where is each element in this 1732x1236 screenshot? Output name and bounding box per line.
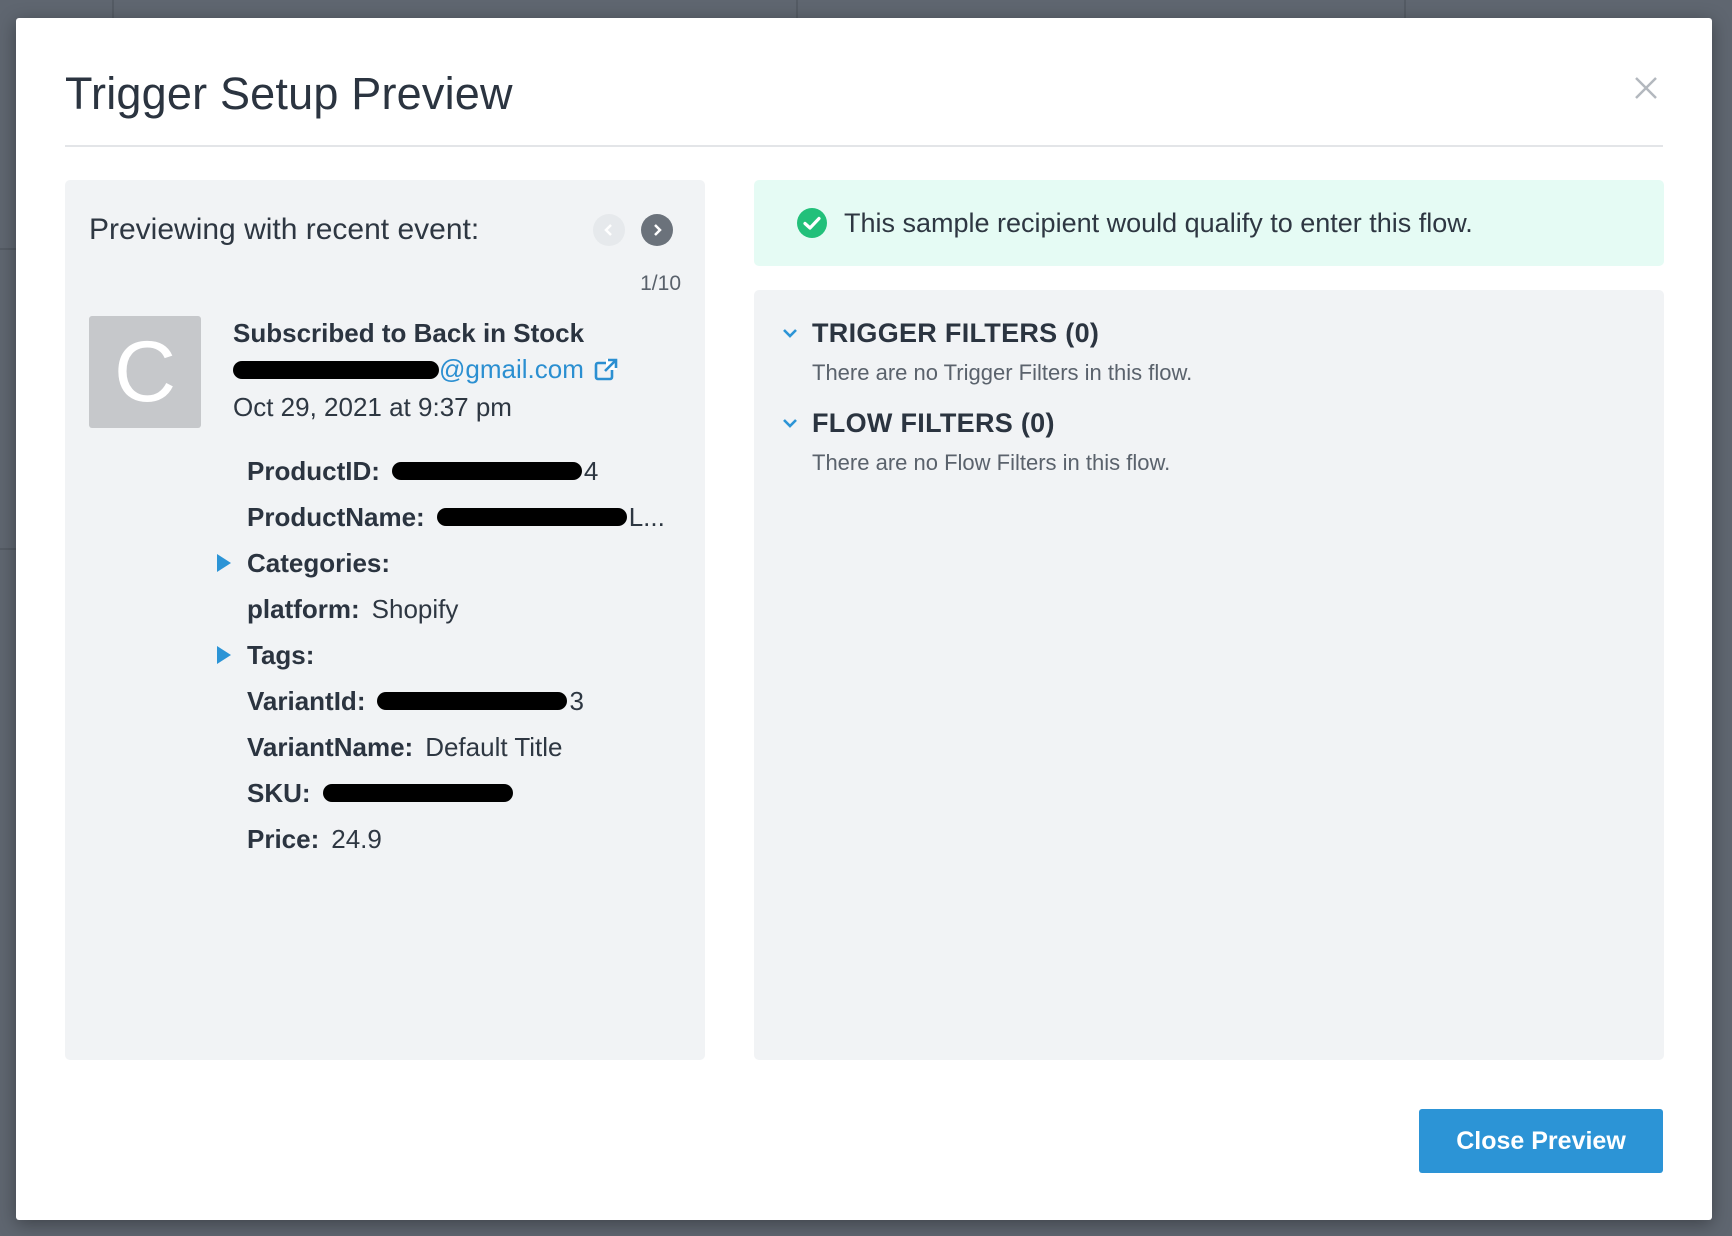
property-row: ProductID: 4	[215, 448, 695, 494]
redacted-value	[377, 692, 568, 710]
property-value: Default Title	[425, 731, 563, 762]
header-divider	[65, 145, 1663, 147]
property-key: Price:	[247, 823, 320, 854]
event-properties: ProductID: 4 ProductName: L... Categories: pl…	[215, 448, 695, 862]
qualification-banner: This sample recipient would qualify to e…	[754, 180, 1664, 266]
property-key: VariantName:	[247, 731, 414, 762]
check-circle-icon	[797, 208, 827, 238]
profile-email-link[interactable]: @gmail.com	[233, 354, 618, 385]
trigger-filters-description: There are no Trigger Filters in this flo…	[812, 360, 1193, 385]
property-row: Price: 24.9	[215, 816, 695, 862]
chevron-down-icon	[783, 419, 797, 428]
caret-right-icon[interactable]	[215, 552, 233, 574]
trigger-filters-title: TRIGGER FILTERS (0)	[812, 317, 1100, 348]
qualification-message: This sample recipient would qualify to e…	[844, 207, 1473, 238]
previous-event-button[interactable]	[593, 214, 625, 246]
property-value: L...	[628, 501, 665, 532]
redacted-value	[322, 784, 513, 802]
property-row: VariantId: 3	[215, 678, 695, 724]
close-icon[interactable]	[1628, 70, 1664, 106]
event-date: Oct 29, 2021 at 9:37 pm	[233, 392, 512, 422]
property-row[interactable]: Tags:	[215, 632, 695, 678]
property-row: platform: Shopify	[215, 586, 695, 632]
event-preview-panel: Previewing with recent event: 1/10 C Sub…	[65, 180, 705, 1060]
event-counter: 1/10	[640, 272, 681, 295]
property-row[interactable]: Categories:	[215, 540, 695, 586]
external-link-icon[interactable]	[594, 358, 618, 382]
redacted-value	[391, 462, 582, 480]
property-key: ProductName:	[247, 501, 425, 532]
property-key: platform:	[247, 593, 360, 624]
chevron-left-icon	[604, 224, 612, 236]
flow-filters-title: FLOW FILTERS (0)	[812, 407, 1055, 438]
property-row: SKU:	[215, 770, 695, 816]
modal-title: Trigger Setup Preview	[65, 68, 513, 119]
chevron-right-icon	[654, 224, 662, 236]
flow-filters-toggle[interactable]: FLOW FILTERS (0)	[782, 406, 1642, 440]
redacted-value	[436, 508, 627, 526]
avatar: C	[89, 316, 201, 428]
next-event-button[interactable]	[641, 214, 673, 246]
close-preview-button[interactable]: Close Preview	[1419, 1109, 1663, 1173]
flow-filters-section: FLOW FILTERS (0) There are no Flow Filte…	[782, 406, 1642, 476]
property-key: ProductID:	[247, 455, 380, 486]
flow-filters-description: There are no Flow Filters in this flow.	[812, 450, 1171, 475]
property-key: Categories:	[247, 547, 391, 578]
trigger-filters-section: TRIGGER FILTERS (0) There are no Trigger…	[782, 316, 1642, 386]
trigger-setup-preview-modal: Trigger Setup Preview Previewing with re…	[16, 18, 1712, 1220]
property-value: Shopify	[371, 593, 459, 624]
filters-panel: TRIGGER FILTERS (0) There are no Trigger…	[754, 290, 1664, 1060]
caret-right-icon[interactable]	[215, 644, 233, 666]
preview-label: Previewing with recent event:	[89, 213, 480, 246]
property-value: 24.9	[331, 823, 382, 854]
property-key: Tags:	[247, 639, 315, 670]
property-row: ProductName: L...	[215, 494, 695, 540]
email-suffix: @gmail.com	[439, 354, 584, 384]
property-value: 3	[569, 685, 584, 716]
trigger-filters-toggle[interactable]: TRIGGER FILTERS (0)	[782, 316, 1642, 350]
property-value: 4	[583, 455, 599, 486]
event-name: Subscribed to Back in Stock	[233, 318, 585, 348]
chevron-down-icon	[783, 329, 797, 338]
property-row: VariantName: Default Title	[215, 724, 695, 770]
redacted-email	[233, 360, 439, 379]
property-key: SKU:	[247, 777, 311, 808]
property-key: VariantId:	[247, 685, 366, 716]
